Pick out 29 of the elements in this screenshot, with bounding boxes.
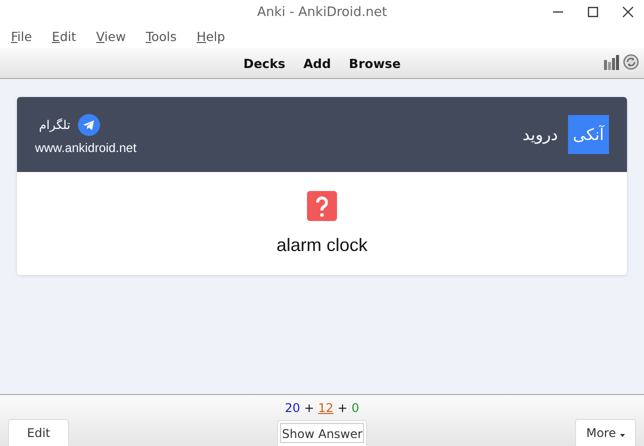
menu-item[interactable]: File [11, 28, 32, 44]
sync-icon[interactable] [623, 54, 639, 70]
toolbar-link[interactable]: Browse [348, 56, 401, 70]
app-logo: آنکی [568, 115, 609, 154]
window-title: Anki - AnkiDroid.net [257, 4, 387, 20]
website-link[interactable]: www.ankidroid.net [35, 141, 136, 155]
app-name: دروید [522, 125, 558, 144]
telegram-label: تلگرام [39, 118, 70, 132]
menu-item[interactable]: Tools [146, 28, 177, 44]
card-count: 12 [318, 401, 334, 417]
maximize-icon[interactable] [587, 6, 599, 18]
caret-icon [620, 434, 625, 436]
card-count: 20 [284, 401, 300, 417]
close-icon[interactable] [622, 6, 634, 18]
menu-item[interactable]: Edit [52, 28, 76, 44]
question-text: alarm clock [276, 235, 368, 256]
plus-sign: + [337, 401, 348, 417]
toolbar-link[interactable]: Add [303, 56, 331, 70]
more-button[interactable]: More [575, 419, 636, 446]
toolbar-link[interactable]: Decks [243, 56, 286, 70]
plus-sign: + [304, 401, 314, 417]
card-count: 0 [352, 401, 360, 417]
show-answer-button[interactable]: Show Answer [277, 420, 368, 446]
question-mark-icon [307, 191, 337, 221]
paper-plane-icon [78, 114, 100, 136]
stats-icon[interactable] [603, 54, 619, 70]
menu-item[interactable]: Help [196, 28, 226, 44]
edit-button[interactable]: Edit [8, 419, 70, 446]
menu-item[interactable]: View [96, 28, 126, 44]
